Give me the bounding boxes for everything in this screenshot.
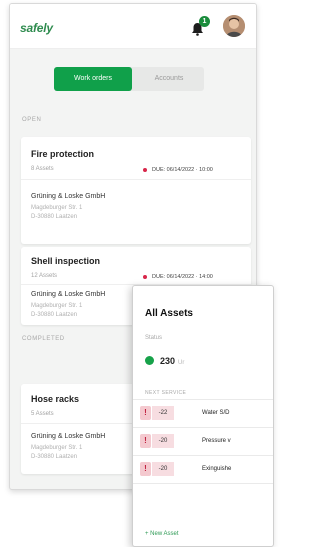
company-name: Grüning & Loske GmbH (31, 193, 106, 200)
work-order-asset-count: 12 Assets (31, 273, 58, 279)
work-order-asset-count: 5 Assets (31, 411, 54, 417)
work-order-title: Hose racks (31, 394, 80, 404)
due-date: DUE: 06/14/2022 · 10:00 (143, 167, 213, 173)
next-service-label: NEXT SERVICE (145, 390, 187, 396)
overdue-days: -22 (152, 406, 174, 420)
section-label-open: OPEN (22, 117, 42, 123)
address-street: Magdeburger Str. 1 (31, 205, 83, 211)
overdue-days: -20 (152, 434, 174, 448)
address-street: Magdeburger Str. 1 (31, 445, 83, 451)
work-order-title: Fire protection (31, 149, 95, 159)
address-city: D-30880 Laatzen (31, 214, 78, 220)
alert-dot-icon (143, 274, 147, 279)
due-date: DUE: 06/14/2022 · 14:00 (143, 274, 213, 280)
app-header: safely 1 (10, 4, 256, 49)
work-order-card[interactable]: Fire protection 8 Assets DUE: 06/14/2022… (21, 137, 251, 244)
row-divider (133, 399, 273, 400)
page-title: All Assets (145, 308, 193, 319)
asset-name: Pressure v (202, 438, 231, 444)
work-order-asset-count: 8 Assets (31, 166, 54, 172)
asset-row[interactable]: ! -20 Exinguishe (133, 458, 273, 482)
order-tabs: Work orders Accounts (54, 67, 204, 91)
work-order-title: Shell inspection (31, 256, 101, 266)
asset-name: Exinguishe (202, 466, 232, 472)
new-asset-link[interactable]: + New Asset (145, 531, 179, 537)
status-label: Status (145, 335, 163, 341)
avatar[interactable] (223, 15, 245, 37)
section-label-completed: COMPLETED (22, 336, 65, 342)
asset-name: Water S/D (202, 410, 230, 416)
tab-accounts[interactable]: Accounts (134, 67, 204, 91)
alert-icon: ! (140, 434, 151, 448)
overdue-days: -20 (152, 462, 174, 476)
all-assets-screen: All Assets Status 230 Ur NEXT SERVICE ! -… (132, 285, 274, 547)
row-divider (133, 455, 273, 456)
address-city: D-30880 Laatzen (31, 454, 78, 460)
asset-row[interactable]: ! -22 Water S/D (133, 402, 273, 426)
alert-dot-icon (143, 167, 147, 172)
status-value: 230 Ur (145, 356, 184, 366)
tab-work-orders[interactable]: Work orders (54, 67, 132, 91)
alert-icon: ! (140, 406, 151, 420)
card-divider (21, 179, 251, 180)
asset-row[interactable]: ! -20 Pressure v (133, 430, 273, 454)
company-name: Grüning & Loske GmbH (31, 291, 106, 298)
alert-icon: ! (140, 462, 151, 476)
notification-badge: 1 (199, 16, 210, 27)
check-circle-icon (145, 356, 154, 366)
row-divider (133, 483, 273, 484)
app-logo: safely (20, 21, 53, 35)
address-street: Magdeburger Str. 1 (31, 303, 83, 309)
address-city: D-30880 Laatzen (31, 312, 78, 318)
company-name: Grüning & Loske GmbH (31, 433, 106, 440)
row-divider (133, 427, 273, 428)
